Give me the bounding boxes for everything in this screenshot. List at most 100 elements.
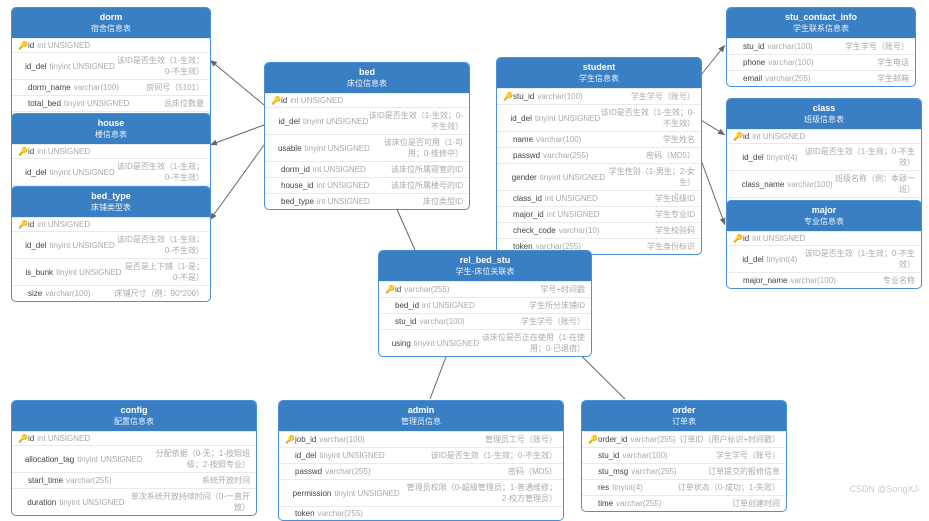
field-row: 🔑stu_idvarchar(100)学生学号（账号） (497, 88, 701, 104)
field-name: duration (27, 498, 56, 507)
field-type: tinyint UNSIGNED (49, 168, 114, 177)
watermark-text: CSDN @SongXJ- (849, 484, 921, 494)
field-name: check_code (513, 226, 556, 235)
field-name: id_del (25, 62, 46, 71)
field-type: tinyint UNSIGNED (59, 498, 124, 507)
entity-header: bed_type床铺类型表 (12, 187, 210, 217)
entity-rel_bed_stu[interactable]: rel_bed_stu学生-床位关联表🔑idvarchar(255)学号+时间戳… (378, 250, 592, 357)
field-comment: 单次系统开放持续时间（0-一直开放） (125, 491, 250, 513)
entity-title-en: student (503, 62, 695, 72)
field-comment: 该ID是否生效（1-生效；0-不生效） (115, 161, 204, 183)
field-type: tinyint UNSIGNED (540, 173, 605, 182)
entity-major[interactable]: major专业信息表🔑idint UNSIGNEDid_deltinyint(4… (726, 200, 922, 289)
entity-title-cn: 管理员信息 (285, 416, 557, 427)
field-row: emailvarchar(255)学生邮箱 (727, 70, 915, 86)
key-icon: 🔑 (285, 435, 295, 444)
field-comment: 学生学号（账号） (521, 316, 585, 327)
entity-class[interactable]: class班级信息表🔑idint UNSIGNEDid_deltinyint(4… (726, 98, 922, 214)
field-comment: 学生身份标识 (647, 241, 695, 252)
entity-admin[interactable]: admin管理员信息🔑job_idvarchar(100)管理员工号（账号）id… (278, 400, 564, 521)
field-row: bed_typeint UNSIGNED床位类型ID (265, 193, 469, 209)
field-comment: 该ID是否生效（1-生效；0-不生效） (797, 248, 915, 270)
entity-header: dorm宿舍信息表 (12, 8, 210, 38)
field-type: int UNSIGNED (37, 434, 90, 443)
entity-config[interactable]: config配置信息表🔑idint UNSIGNEDallocation_tag… (11, 400, 257, 516)
field-row: durationtinyint UNSIGNED单次系统开放持续时间（0-一直开… (12, 488, 256, 515)
field-type: tinyint UNSIGNED (49, 241, 114, 250)
field-name: id (281, 96, 287, 105)
field-row: passwdvarchar(255)密码（MD5） (279, 463, 563, 479)
field-name: phone (743, 58, 765, 67)
field-name: size (28, 289, 42, 298)
field-row: id_deltinyint(4)该ID是否生效（1-生效；0-不生效） (727, 143, 921, 170)
entity-student[interactable]: student学生信息表🔑stu_idvarchar(100)学生学号（账号）i… (496, 57, 702, 255)
entity-title-en: config (18, 405, 250, 415)
entity-bed_type[interactable]: bed_type床铺类型表🔑idint UNSIGNEDid_deltinyin… (11, 186, 211, 302)
field-name: dorm_name (28, 83, 71, 92)
field-type: varchar(255) (630, 435, 675, 444)
field-name: id (28, 147, 34, 156)
entity-header: admin管理员信息 (279, 401, 563, 431)
field-row: major_idint UNSIGNED学生专业ID (497, 206, 701, 222)
relation-line (701, 45, 725, 75)
field-type: tinyint UNSIGNED (303, 117, 368, 126)
field-type: int UNSIGNED (317, 197, 370, 206)
relation-line (210, 60, 264, 105)
field-name: major_id (513, 210, 544, 219)
field-name: stu_msg (598, 467, 628, 476)
field-name: id (395, 285, 401, 294)
field-row: dorm_idint UNSIGNED该床位所属寝室的ID (265, 161, 469, 177)
field-row: 🔑idint UNSIGNED (727, 129, 921, 143)
field-comment: 该床位是否正在使用（1-在使用；0-已退宿） (479, 332, 585, 354)
field-comment: 学生专业ID (655, 209, 695, 220)
entity-stu_contact_info[interactable]: stu_contact_info学生联系信息表stu_idvarchar(100… (726, 7, 916, 87)
entity-header: house楼信息表 (12, 114, 210, 144)
entity-bed[interactable]: bed床位信息表🔑idint UNSIGNEDid_deltinyint UNS… (264, 62, 470, 210)
field-comment: 管理员权限（0-超级管理员；1-普通维修；2-校方管理员） (400, 482, 557, 504)
entity-title-cn: 学生联系信息表 (733, 23, 909, 34)
field-name: stu_id (513, 92, 534, 101)
field-comment: 学生姓名 (663, 134, 695, 145)
field-type: tinyint UNSIGNED (56, 268, 121, 277)
field-row: stu_idvarchar(100)学生学号（账号） (727, 38, 915, 54)
relation-line (701, 160, 725, 225)
entity-title-cn: 床位信息表 (271, 78, 463, 89)
field-type: int UNSIGNED (37, 147, 90, 156)
field-name: permission (293, 489, 332, 498)
key-icon: 🔑 (18, 220, 28, 229)
entity-title-cn: 楼信息表 (18, 129, 204, 140)
field-row: 🔑idint UNSIGNED (12, 431, 256, 445)
field-name: id_del (25, 241, 46, 250)
field-comment: 该ID是否生效（1-生效；0-不生效） (600, 107, 695, 129)
field-comment: 该床位所属楼号的ID (391, 180, 463, 191)
field-row: id_deltinyint UNSIGNED该ID是否生效（1-生效；0-不生效… (12, 158, 210, 185)
entity-title-en: dorm (18, 12, 204, 22)
field-row: id_deltinyint UNSIGNED该ID是否生效（1-生效；0-不生效… (279, 447, 563, 463)
field-row: major_namevarchar(100)专业名称 (727, 272, 921, 288)
field-row: 🔑idint UNSIGNED (12, 38, 210, 52)
field-row: house_idint UNSIGNED该床位所属楼号的ID (265, 177, 469, 193)
key-icon: 🔑 (271, 96, 281, 105)
field-name: id_del (279, 117, 300, 126)
field-row: 🔑idint UNSIGNED (12, 217, 210, 231)
field-type: tinyint UNSIGNED (319, 451, 384, 460)
key-icon: 🔑 (733, 234, 743, 243)
field-name: stu_id (743, 42, 764, 51)
entity-title-en: admin (285, 405, 557, 415)
field-comment: 管理员工号（账号） (485, 434, 557, 445)
field-name: gender (512, 173, 537, 182)
entity-title-en: rel_bed_stu (385, 255, 585, 265)
field-row: restinyint(4)订单状态（0-成功；1-失败） (582, 479, 786, 495)
field-name: token (295, 509, 315, 518)
field-name: res (598, 483, 609, 492)
entity-header: rel_bed_stu学生-床位关联表 (379, 251, 591, 281)
field-comment: 总床位数量 (164, 98, 204, 109)
field-type: int UNSIGNED (313, 165, 366, 174)
key-icon: 🔑 (503, 92, 513, 101)
field-name: major_name (743, 276, 787, 285)
field-name: stu_id (598, 451, 619, 460)
field-row: 🔑order_idvarchar(255)订单ID（用户标识+时间戳） (582, 431, 786, 447)
key-icon: 🔑 (18, 147, 28, 156)
field-name: usable (278, 144, 302, 153)
entity-order[interactable]: order订单表🔑order_idvarchar(255)订单ID（用户标识+时… (581, 400, 787, 512)
